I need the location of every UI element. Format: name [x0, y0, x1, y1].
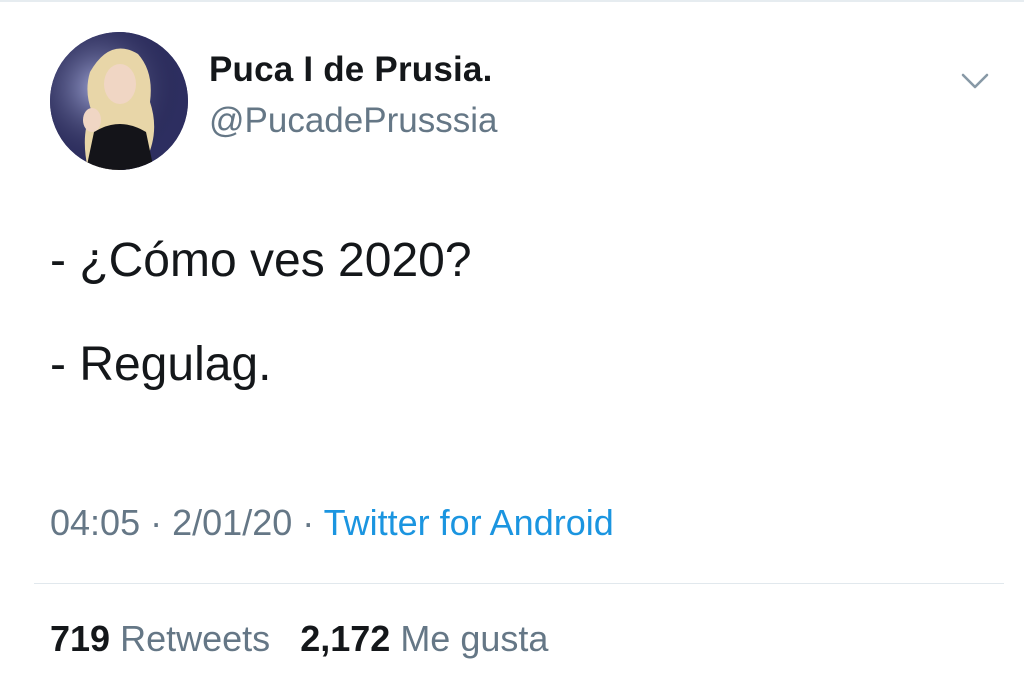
tweet-stats: 719 Retweets 2,172 Me gusta [50, 618, 548, 660]
tweet-card: Puca I de Prusia. @PucadePrusssia - ¿Cóm… [0, 0, 1024, 694]
stats-divider [34, 583, 1004, 584]
tweet-time[interactable]: 04:05 [50, 502, 140, 543]
avatar-image [50, 32, 188, 170]
likes-stat[interactable]: 2,172 Me gusta [300, 618, 548, 659]
avatar[interactable] [50, 32, 188, 170]
tweet-source-link[interactable]: Twitter for Android [324, 502, 614, 543]
tweet-metadata: 04:05 · 2/01/20 · Twitter for Android [50, 502, 614, 544]
author-handle[interactable]: @PucadePrusssia [209, 101, 497, 141]
author-display-name[interactable]: Puca I de Prusia. [209, 50, 493, 90]
meta-separator: · [150, 502, 163, 543]
tweet-text-line-1: - ¿Cómo ves 2020? [50, 234, 472, 287]
retweets-stat[interactable]: 719 Retweets [50, 618, 280, 659]
likes-count: 2,172 [300, 618, 391, 659]
tweet-text-line-2: - Regulag. [50, 338, 272, 391]
chevron-down-icon[interactable] [958, 64, 992, 98]
likes-label: Me gusta [400, 618, 549, 659]
meta-separator: · [302, 502, 315, 543]
retweets-label: Retweets [120, 618, 271, 659]
top-divider [0, 0, 1024, 2]
tweet-date[interactable]: 2/01/20 [172, 502, 292, 543]
retweets-count: 719 [50, 618, 111, 659]
